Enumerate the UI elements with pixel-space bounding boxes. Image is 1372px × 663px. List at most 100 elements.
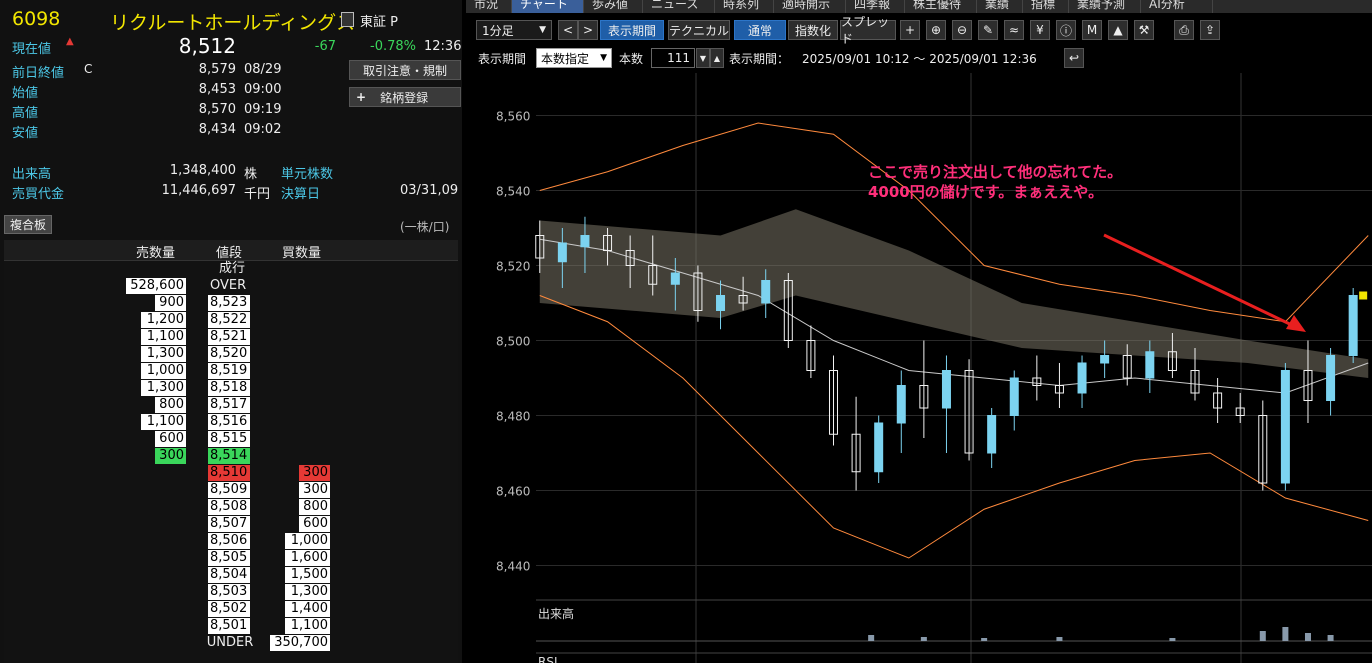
- ask-price[interactable]: 8,518: [208, 380, 250, 396]
- quote-time: 09:02: [244, 122, 282, 137]
- chart-tab[interactable]: 四季報: [846, 0, 905, 13]
- bid-qty: 300: [299, 465, 330, 481]
- bid-price[interactable]: 8,507: [208, 516, 250, 532]
- ask-price[interactable]: 8,516: [208, 414, 250, 430]
- order-book-row: 900 8,523: [4, 295, 458, 312]
- order-book-row: 8,503 1,300: [4, 584, 458, 601]
- candle-body: [1348, 295, 1358, 356]
- quote-panel: 6098 リクルートホールディングス 東証 P 現在値 ▲ 8,512 -67 …: [0, 0, 462, 663]
- bid-price[interactable]: 8,502: [208, 601, 250, 617]
- trade-notice-button[interactable]: 取引注意・規制: [349, 60, 461, 80]
- chart-tab[interactable]: 歩み値: [584, 0, 643, 13]
- count-down-icon[interactable]: ▼: [696, 48, 710, 68]
- register-button-label: 銘柄登録: [380, 90, 429, 105]
- export-icon[interactable]: ⇪: [1200, 20, 1220, 40]
- y-tick-label: 8,480: [496, 410, 530, 424]
- exchange-icon: [341, 12, 354, 27]
- order-book-row: 1,100 8,521: [4, 329, 458, 346]
- ask-price[interactable]: 8,514: [208, 448, 250, 464]
- bid-qty: 1,500: [285, 567, 330, 583]
- interval-select[interactable]: 1分足 ▼: [476, 20, 552, 40]
- order-book-row: 8,509 300: [4, 482, 458, 499]
- chart-tab[interactable]: ニュース: [643, 0, 715, 13]
- ask-qty: 1,200: [141, 312, 186, 328]
- bid-price[interactable]: 8,505: [208, 550, 250, 566]
- settlement-date: 03/31,09: [400, 183, 459, 198]
- ask-qty: 1,300: [141, 346, 186, 362]
- next-arrow-icon[interactable]: >: [578, 20, 598, 40]
- chart-type-icon[interactable]: ≈: [1004, 20, 1024, 40]
- quote-flag: C: [84, 62, 93, 76]
- volume-bar: [1259, 631, 1266, 641]
- bid-qty: 600: [299, 516, 330, 532]
- zoom-in-icon[interactable]: ⊕: [926, 20, 946, 40]
- volume-bar: [1056, 637, 1063, 641]
- chart-tab[interactable]: 指標: [1023, 0, 1069, 13]
- bid-price[interactable]: 8,510: [208, 465, 250, 481]
- print-icon[interactable]: ⎙: [1174, 20, 1194, 40]
- my-icon[interactable]: M: [1082, 20, 1102, 40]
- info-icon[interactable]: ⓘ: [1056, 20, 1076, 40]
- bid-price[interactable]: 8,501: [208, 618, 250, 634]
- plus-icon[interactable]: +: [900, 20, 920, 40]
- bid-price[interactable]: 8,504: [208, 567, 250, 583]
- candle-body: [1145, 351, 1155, 379]
- count-up-icon[interactable]: ▲: [710, 48, 724, 68]
- bid-price[interactable]: 8,506: [208, 533, 250, 549]
- chart-tab[interactable]: 適時開示: [774, 0, 846, 13]
- order-book-row: 600 8,515: [4, 431, 458, 448]
- range-label: 表示期間：: [729, 51, 790, 66]
- volume-bar: [1169, 638, 1176, 641]
- stock-name: リクルートホールディングス: [110, 12, 356, 34]
- chart-tab[interactable]: 業績: [977, 0, 1023, 13]
- candle-body: [896, 385, 906, 424]
- ask-price[interactable]: 8,521: [208, 329, 250, 345]
- technical-button[interactable]: テクニカル: [668, 20, 730, 40]
- register-button[interactable]: + 銘柄登録: [349, 87, 461, 107]
- wrench-icon[interactable]: ⚒: [1134, 20, 1154, 40]
- ask-price[interactable]: 8,520: [208, 346, 250, 362]
- last-price-marker: [1359, 291, 1368, 300]
- composite-board-tab[interactable]: 複合板: [4, 215, 52, 234]
- count-label: 本数: [619, 51, 644, 66]
- period-button[interactable]: 表示期間: [600, 20, 664, 40]
- period-mode-value: 本数指定: [541, 51, 590, 66]
- current-time: 12:36: [424, 39, 462, 54]
- index-button[interactable]: 指数化: [788, 20, 838, 40]
- chart-tab[interactable]: 市況: [466, 0, 512, 13]
- y-tick-label: 8,560: [496, 110, 530, 124]
- bid-price[interactable]: 8,503: [208, 584, 250, 600]
- ask-price[interactable]: 8,515: [208, 431, 250, 447]
- ask-price[interactable]: 8,519: [208, 363, 250, 379]
- candle-body: [716, 295, 726, 311]
- period-mode-select[interactable]: 本数指定 ▼: [536, 48, 612, 68]
- over-label: OVER: [210, 278, 247, 293]
- bid-price[interactable]: 8,509: [208, 482, 250, 498]
- chart-tab[interactable]: 業績予測: [1069, 0, 1141, 13]
- market-order-label: 成行: [218, 261, 245, 276]
- unit-note: (一株/口): [400, 220, 450, 234]
- chart-tab[interactable]: AI分析: [1141, 0, 1213, 13]
- prev-arrow-icon[interactable]: <: [558, 20, 578, 40]
- pencil-icon[interactable]: ✎: [978, 20, 998, 40]
- volume-bar: [981, 638, 988, 641]
- ask-price[interactable]: 8,517: [208, 397, 250, 413]
- spread-button[interactable]: スプレッド: [840, 15, 896, 46]
- normal-button[interactable]: 通常: [734, 20, 786, 40]
- bid-price[interactable]: 8,508: [208, 499, 250, 515]
- quote-label: 前日終値: [12, 66, 65, 81]
- chart-tab[interactable]: 時系列: [715, 0, 774, 13]
- ask-price[interactable]: 8,523: [208, 295, 250, 311]
- rsi-label: RSI: [538, 655, 558, 663]
- chart-tab[interactable]: チャート: [512, 0, 584, 13]
- ask-price[interactable]: 8,522: [208, 312, 250, 328]
- yen-icon[interactable]: ¥: [1030, 20, 1050, 40]
- count-input[interactable]: 111: [651, 48, 695, 68]
- zoom-out-icon[interactable]: ⊖: [952, 20, 972, 40]
- y-tick-label: 8,520: [496, 260, 530, 274]
- reset-icon[interactable]: ↩: [1064, 48, 1084, 68]
- y-tick-label: 8,460: [496, 485, 530, 499]
- exchange-label: 東証 P: [360, 15, 398, 30]
- area-icon[interactable]: ▲: [1108, 20, 1128, 40]
- chart-tab[interactable]: 株主優待: [905, 0, 977, 13]
